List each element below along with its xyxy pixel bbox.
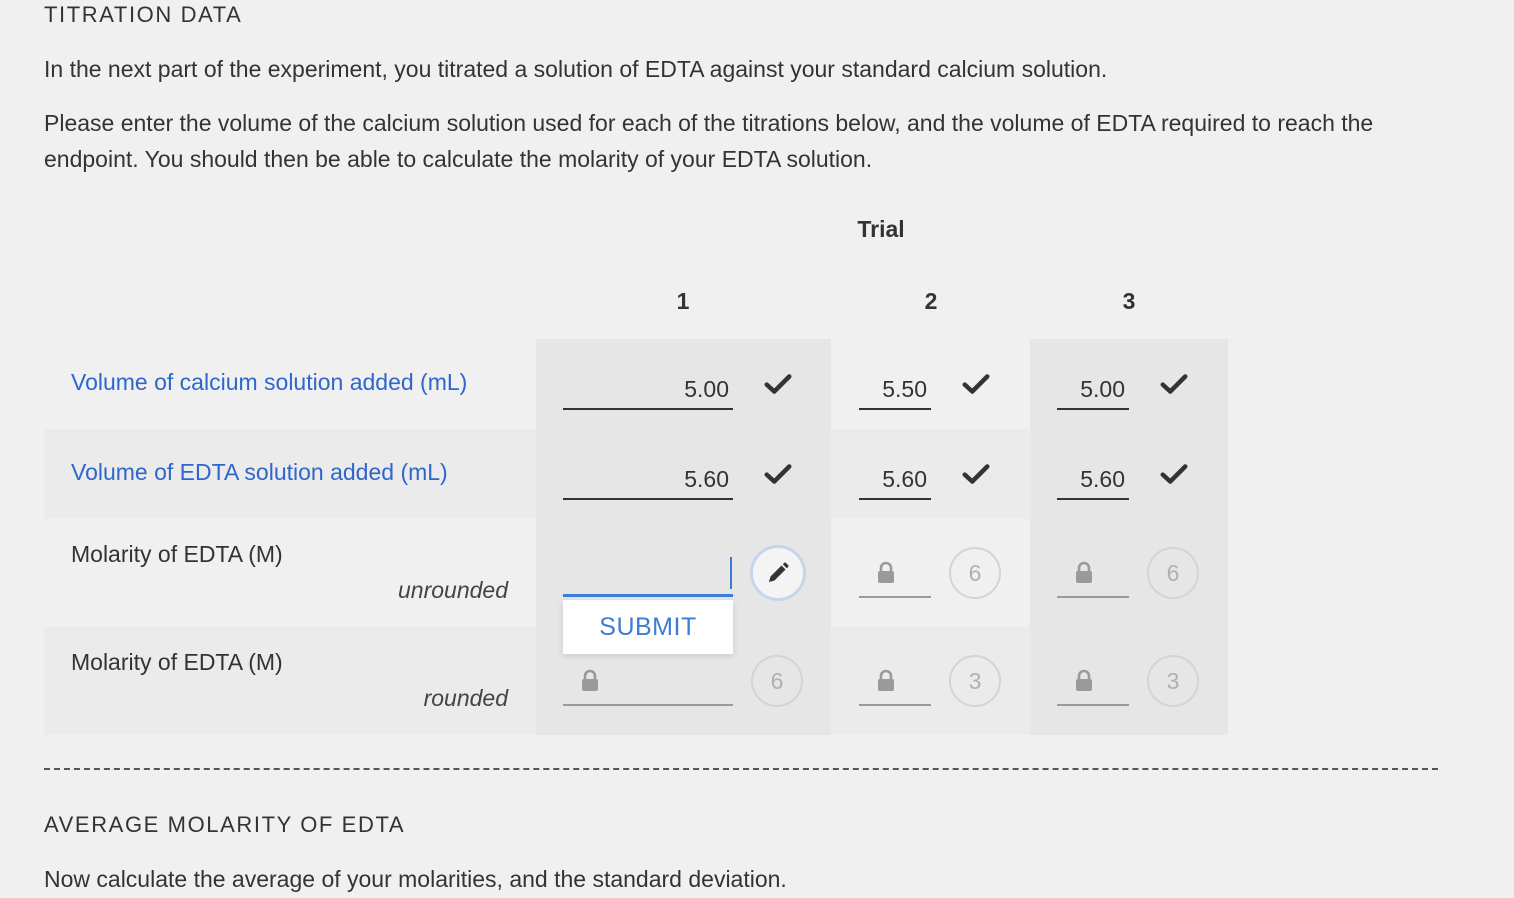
average-intro: Now calculate the average of your molari… — [44, 866, 787, 892]
pencil-icon — [769, 562, 789, 582]
calcium-volume-trial-3-input[interactable] — [1057, 370, 1129, 410]
check-icon — [764, 464, 792, 484]
molarity-unrounded-label: Molarity of EDTA (M) — [71, 541, 283, 567]
edit-answer-button[interactable] — [750, 545, 806, 601]
attempts-badge: 3 — [949, 655, 1001, 707]
edta-volume-label[interactable]: Volume of EDTA solution added (mL) — [71, 459, 448, 486]
titration-instructions: Please enter the volume of the calcium s… — [44, 110, 1374, 172]
attempts-badge: 6 — [949, 547, 1001, 599]
molarity-rounded-trial-2-field — [859, 666, 931, 706]
molarity-rounded-label: Molarity of EDTA (M) — [71, 649, 283, 675]
check-icon — [1160, 464, 1188, 484]
section-divider — [44, 768, 1438, 770]
titration-intro: In the next part of the experiment, you … — [44, 56, 1108, 82]
column-header-2: 2 — [924, 288, 938, 314]
section-heading-titration: TITRATION DATA — [44, 2, 243, 27]
molarity-unrounded-trial-3-field — [1057, 558, 1129, 598]
trial-header: Trial — [857, 216, 905, 242]
attempts-badge: 6 — [1147, 547, 1199, 599]
submit-button[interactable]: SUBMIT — [563, 600, 733, 654]
molarity-unrounded-trial-1-input[interactable] — [563, 557, 733, 597]
column-header-1: 1 — [676, 288, 690, 314]
calcium-volume-trial-2-input[interactable] — [859, 370, 931, 410]
calcium-volume-trial-1-input[interactable] — [563, 370, 733, 410]
molarity-rounded-sublabel: rounded — [423, 685, 508, 711]
molarity-rounded-trial-3-field — [1057, 666, 1129, 706]
text-caret — [730, 557, 732, 589]
attempts-badge: 3 — [1147, 655, 1199, 707]
column-header-3: 3 — [1122, 288, 1136, 314]
molarity-unrounded-trial-2-field — [859, 558, 931, 598]
section-heading-average: AVERAGE MOLARITY OF EDTA — [44, 812, 406, 837]
molarity-rounded-trial-1-field — [563, 666, 733, 706]
edta-volume-trial-3-input[interactable] — [1057, 460, 1129, 500]
edta-volume-trial-1-input[interactable] — [563, 460, 733, 500]
check-icon — [764, 374, 792, 394]
calcium-volume-label[interactable]: Volume of calcium solution added (mL) — [71, 369, 467, 396]
check-icon — [1160, 374, 1188, 394]
molarity-unrounded-sublabel: unrounded — [398, 577, 508, 603]
attempts-badge: 6 — [751, 655, 803, 707]
check-icon — [962, 464, 990, 484]
check-icon — [962, 374, 990, 394]
edta-volume-trial-2-input[interactable] — [859, 460, 931, 500]
